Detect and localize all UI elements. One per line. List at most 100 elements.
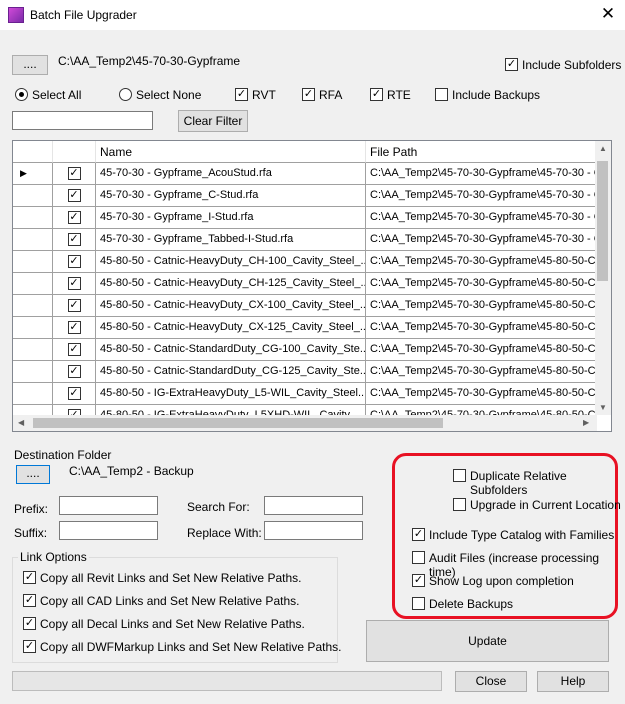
clear-filter-button[interactable]: Clear Filter [178, 110, 248, 132]
show-log-checkbox[interactable]: ✓ [412, 574, 425, 587]
delete-backups-checkbox[interactable] [412, 597, 425, 610]
row-check-cell[interactable]: ✓ [53, 163, 96, 185]
vertical-scroll-thumb[interactable] [597, 161, 608, 281]
scroll-up-icon[interactable]: ▲ [599, 144, 607, 153]
row-name: 45-80-50 - IG-ExtraHeavyDuty_L5-WIL_Cavi… [96, 383, 366, 405]
row-selector[interactable] [13, 295, 53, 317]
include-backups-checkbox[interactable] [435, 88, 448, 101]
table-row[interactable]: ✓ 45-80-50 - Catnic-HeavyDuty_CH-125_Cavi… [13, 273, 597, 295]
row-check-cell[interactable]: ✓ [53, 207, 96, 229]
table-row[interactable]: ✓ 45-80-50 - Catnic-HeavyDuty_CX-125_Cavi… [13, 317, 597, 339]
row-selector[interactable]: ▶ [13, 163, 53, 185]
horizontal-scrollbar[interactable]: ◀ ▶ [13, 415, 597, 431]
prefix-input[interactable] [59, 496, 158, 515]
rfa-checkbox[interactable]: ✓ [302, 88, 315, 101]
table-row[interactable]: ✓ 45-80-50 - Catnic-HeavyDuty_CX-100_Cavi… [13, 295, 597, 317]
check-column-header[interactable] [53, 141, 96, 163]
scroll-down-icon[interactable]: ▼ [599, 403, 607, 412]
help-button[interactable]: Help [537, 671, 609, 692]
rvt-checkbox[interactable]: ✓ [235, 88, 248, 101]
row-selector[interactable] [13, 207, 53, 229]
row-checkbox[interactable]: ✓ [67, 167, 81, 180]
row-checkbox[interactable]: ✓ [67, 365, 81, 378]
copy-revit-links-checkbox[interactable]: ✓ [23, 571, 36, 584]
row-path: C:\AA_Temp2\45-70-30-Gypframe\45-80-50-C… [366, 383, 597, 405]
search-for-input[interactable] [264, 496, 363, 515]
table-row[interactable]: ✓ 45-70-30 - Gypframe_Tabbed-I-Stud.rfa C:… [13, 229, 597, 251]
upgrade-current-checkbox[interactable] [453, 498, 466, 511]
row-checkbox[interactable]: ✓ [67, 277, 81, 290]
browse-source-button[interactable]: .... [12, 55, 48, 75]
path-column-header[interactable]: File Path [366, 141, 597, 163]
table-row[interactable]: ✓ 45-70-30 - Gypframe_C-Stud.rfa C:\AA_Tem… [13, 185, 597, 207]
copy-dwfmarkup-links-checkbox[interactable]: ✓ [23, 640, 36, 653]
table-row[interactable]: ✓ 45-80-50 - Catnic-HeavyDuty_CH-100_Cavi… [13, 251, 597, 273]
include-type-catalog-checkbox[interactable]: ✓ [412, 528, 425, 541]
include-type-catalog-label: Include Type Catalog with Families [429, 528, 615, 542]
name-column-header[interactable]: Name [96, 141, 366, 163]
table-row[interactable]: ✓ 45-80-50 - IG-ExtraHeavyDuty_L5-WIL_Cav… [13, 383, 597, 405]
row-selector[interactable] [13, 339, 53, 361]
table-row[interactable]: ▶ ✓ 45-70-30 - Gypframe_AcouStud.rfa C:\AA_… [13, 163, 597, 185]
update-button[interactable]: Update [366, 620, 609, 662]
browse-destination-button[interactable]: .... [16, 465, 50, 484]
source-path: C:\AA_Temp2\45-70-30-Gypframe [58, 54, 241, 68]
row-check-cell[interactable]: ✓ [53, 317, 96, 339]
row-selector[interactable] [13, 273, 53, 295]
row-selector[interactable] [13, 361, 53, 383]
row-path: C:\AA_Temp2\45-70-30-Gypframe\45-80-50-C… [366, 273, 597, 295]
close-window-icon[interactable]: ✕ [598, 4, 618, 24]
row-selector[interactable] [13, 251, 53, 273]
close-button[interactable]: Close [455, 671, 527, 692]
row-path: C:\AA_Temp2\45-70-30-Gypframe\45-80-50-C… [366, 339, 597, 361]
select-all-label: Select All [32, 88, 82, 102]
row-checkbox[interactable]: ✓ [67, 233, 81, 246]
row-path: C:\AA_Temp2\45-70-30-Gypframe\45-80-50-C… [366, 295, 597, 317]
filter-input[interactable] [12, 111, 153, 130]
duplicate-relative-checkbox[interactable] [453, 469, 466, 482]
scroll-left-icon[interactable]: ◀ [18, 418, 24, 427]
table-row[interactable]: ✓ 45-80-50 - Catnic-StandardDuty_CG-125_C… [13, 361, 597, 383]
table-row[interactable]: ✓ 45-80-50 - Catnic-StandardDuty_CG-100_C… [13, 339, 597, 361]
row-checkbox[interactable]: ✓ [67, 211, 81, 224]
row-check-cell[interactable]: ✓ [53, 361, 96, 383]
replace-with-input[interactable] [264, 521, 363, 540]
rte-checkbox[interactable]: ✓ [370, 88, 383, 101]
copy-dwfmarkup-links-label: Copy all DWFMarkup Links and Set New Rel… [40, 640, 342, 654]
row-check-cell[interactable]: ✓ [53, 229, 96, 251]
row-path: C:\AA_Temp2\45-70-30-Gypframe\45-80-50-C… [366, 317, 597, 339]
row-check-cell[interactable]: ✓ [53, 185, 96, 207]
prefix-label: Prefix: [14, 502, 49, 516]
row-checkbox[interactable]: ✓ [67, 321, 81, 334]
copy-cad-links-checkbox[interactable]: ✓ [23, 594, 36, 607]
row-checkbox[interactable]: ✓ [67, 387, 81, 400]
row-selector[interactable] [13, 383, 53, 405]
table-row[interactable]: ✓ 45-70-30 - Gypframe_I-Stud.rfa C:\AA_Tem… [13, 207, 597, 229]
rte-label: RTE [387, 88, 411, 102]
row-check-cell[interactable]: ✓ [53, 339, 96, 361]
row-path: C:\AA_Temp2\45-70-30-Gypframe\45-80-50-C… [366, 251, 597, 273]
vertical-scrollbar[interactable]: ▲ ▼ [595, 141, 611, 415]
row-check-cell[interactable]: ✓ [53, 251, 96, 273]
row-checkbox[interactable]: ✓ [67, 255, 81, 268]
include-subfolders-checkbox[interactable]: ✓ [505, 58, 518, 71]
row-checkbox[interactable]: ✓ [67, 189, 81, 202]
row-checkbox[interactable]: ✓ [67, 299, 81, 312]
row-selector[interactable] [13, 229, 53, 251]
select-none-radio[interactable] [119, 88, 132, 101]
row-checkbox[interactable]: ✓ [67, 343, 81, 356]
row-check-cell[interactable]: ✓ [53, 383, 96, 405]
select-none-label: Select None [136, 88, 202, 102]
row-selector[interactable] [13, 317, 53, 339]
row-check-cell[interactable]: ✓ [53, 273, 96, 295]
row-check-cell[interactable]: ✓ [53, 295, 96, 317]
replace-with-label: Replace With: [187, 526, 262, 540]
suffix-input[interactable] [59, 521, 158, 540]
horizontal-scroll-thumb[interactable] [33, 418, 443, 428]
scroll-right-icon[interactable]: ▶ [583, 418, 589, 427]
file-grid: Name File Path ▶ ✓ 45-70-30 - Gypframe_Aco… [12, 140, 612, 432]
select-all-radio[interactable] [15, 88, 28, 101]
copy-decal-links-checkbox[interactable]: ✓ [23, 617, 36, 630]
row-selector[interactable] [13, 185, 53, 207]
audit-files-checkbox[interactable] [412, 551, 425, 564]
